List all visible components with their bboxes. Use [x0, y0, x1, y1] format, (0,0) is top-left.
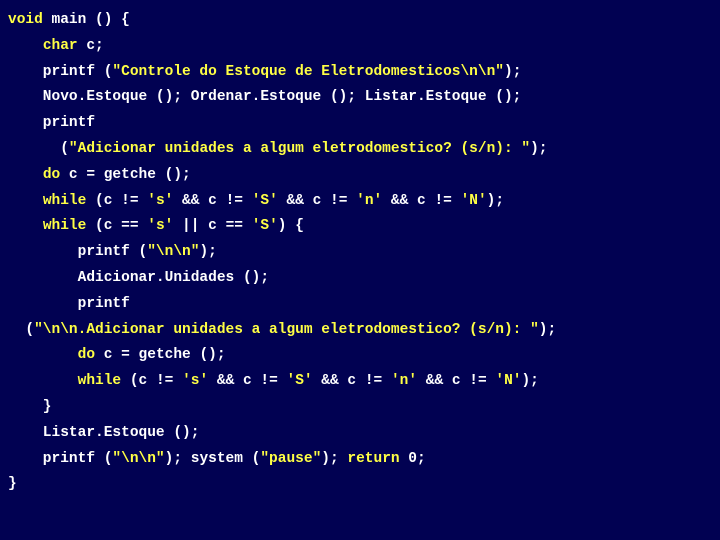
code-text: c = getche (); [60, 167, 191, 183]
code-text: && c != [313, 373, 391, 389]
string-literal: "\n\n" [112, 451, 164, 467]
char-literal: 'N' [495, 373, 521, 389]
code-text: && c != [278, 193, 356, 209]
code-text: printf ( [8, 64, 112, 80]
code-text: c = getche (); [95, 347, 226, 363]
code-text: && c != [417, 373, 495, 389]
code-text: (c == [86, 218, 147, 234]
code-text: ); [199, 244, 216, 260]
keyword-char: char [43, 38, 78, 54]
code-text: Novo.Estoque (); Ordenar.Estoque (); Lis… [8, 89, 521, 105]
code-text: && c != [208, 373, 286, 389]
code-text: ); [504, 64, 521, 80]
code-text: (c != [121, 373, 182, 389]
char-literal: 'N' [461, 193, 487, 209]
keyword-void: void [8, 12, 43, 28]
string-literal: "Adicionar unidades a algum eletrodomest… [69, 141, 530, 157]
char-literal: 'S' [252, 218, 278, 234]
code-text: ); [521, 373, 538, 389]
char-literal: 's' [182, 373, 208, 389]
keyword-return: return [347, 451, 399, 467]
code-text: printf [8, 115, 95, 131]
code-text: (c != [86, 193, 147, 209]
indent [8, 218, 43, 234]
code-slide: void main () { char c; printf ("Controle… [0, 0, 720, 506]
char-literal: 's' [147, 193, 173, 209]
indent [8, 193, 43, 209]
keyword-while: while [78, 373, 122, 389]
indent [8, 38, 43, 54]
indent [8, 167, 43, 183]
code-text: ); [539, 322, 556, 338]
char-literal: 's' [147, 218, 173, 234]
string-literal: "\n\n" [147, 244, 199, 260]
code-text: ); [321, 451, 347, 467]
code-text: ( [8, 322, 34, 338]
char-literal: 'n' [391, 373, 417, 389]
keyword-while: while [43, 218, 87, 234]
string-literal: "\n\n.Adicionar unidades a algum eletrod… [34, 322, 539, 338]
keyword-do: do [43, 167, 60, 183]
char-literal: 'n' [356, 193, 382, 209]
keyword-do: do [78, 347, 95, 363]
code-text: c; [78, 38, 104, 54]
code-text: ) { [278, 218, 304, 234]
indent [8, 347, 78, 363]
code-text: Adicionar.Unidades (); [8, 270, 269, 286]
code-text: ( [8, 141, 69, 157]
code-text: } [8, 399, 52, 415]
keyword-while: while [43, 193, 87, 209]
code-text: ); [530, 141, 547, 157]
code-text: Listar.Estoque (); [8, 425, 199, 441]
code-text: printf [8, 296, 130, 312]
char-literal: 'S' [287, 373, 313, 389]
indent [8, 373, 78, 389]
code-text: printf ( [8, 244, 147, 260]
string-literal: "pause" [260, 451, 321, 467]
code-text: && c != [173, 193, 251, 209]
code-text: main () { [43, 12, 130, 28]
string-literal: "Controle do Estoque de Eletrodomesticos… [112, 64, 504, 80]
code-text: ); [487, 193, 504, 209]
code-text: } [8, 476, 17, 492]
code-text: 0; [400, 451, 426, 467]
code-text: ); system ( [165, 451, 261, 467]
code-text: printf ( [8, 451, 112, 467]
char-literal: 'S' [252, 193, 278, 209]
code-text: || c == [173, 218, 251, 234]
code-text: && c != [382, 193, 460, 209]
